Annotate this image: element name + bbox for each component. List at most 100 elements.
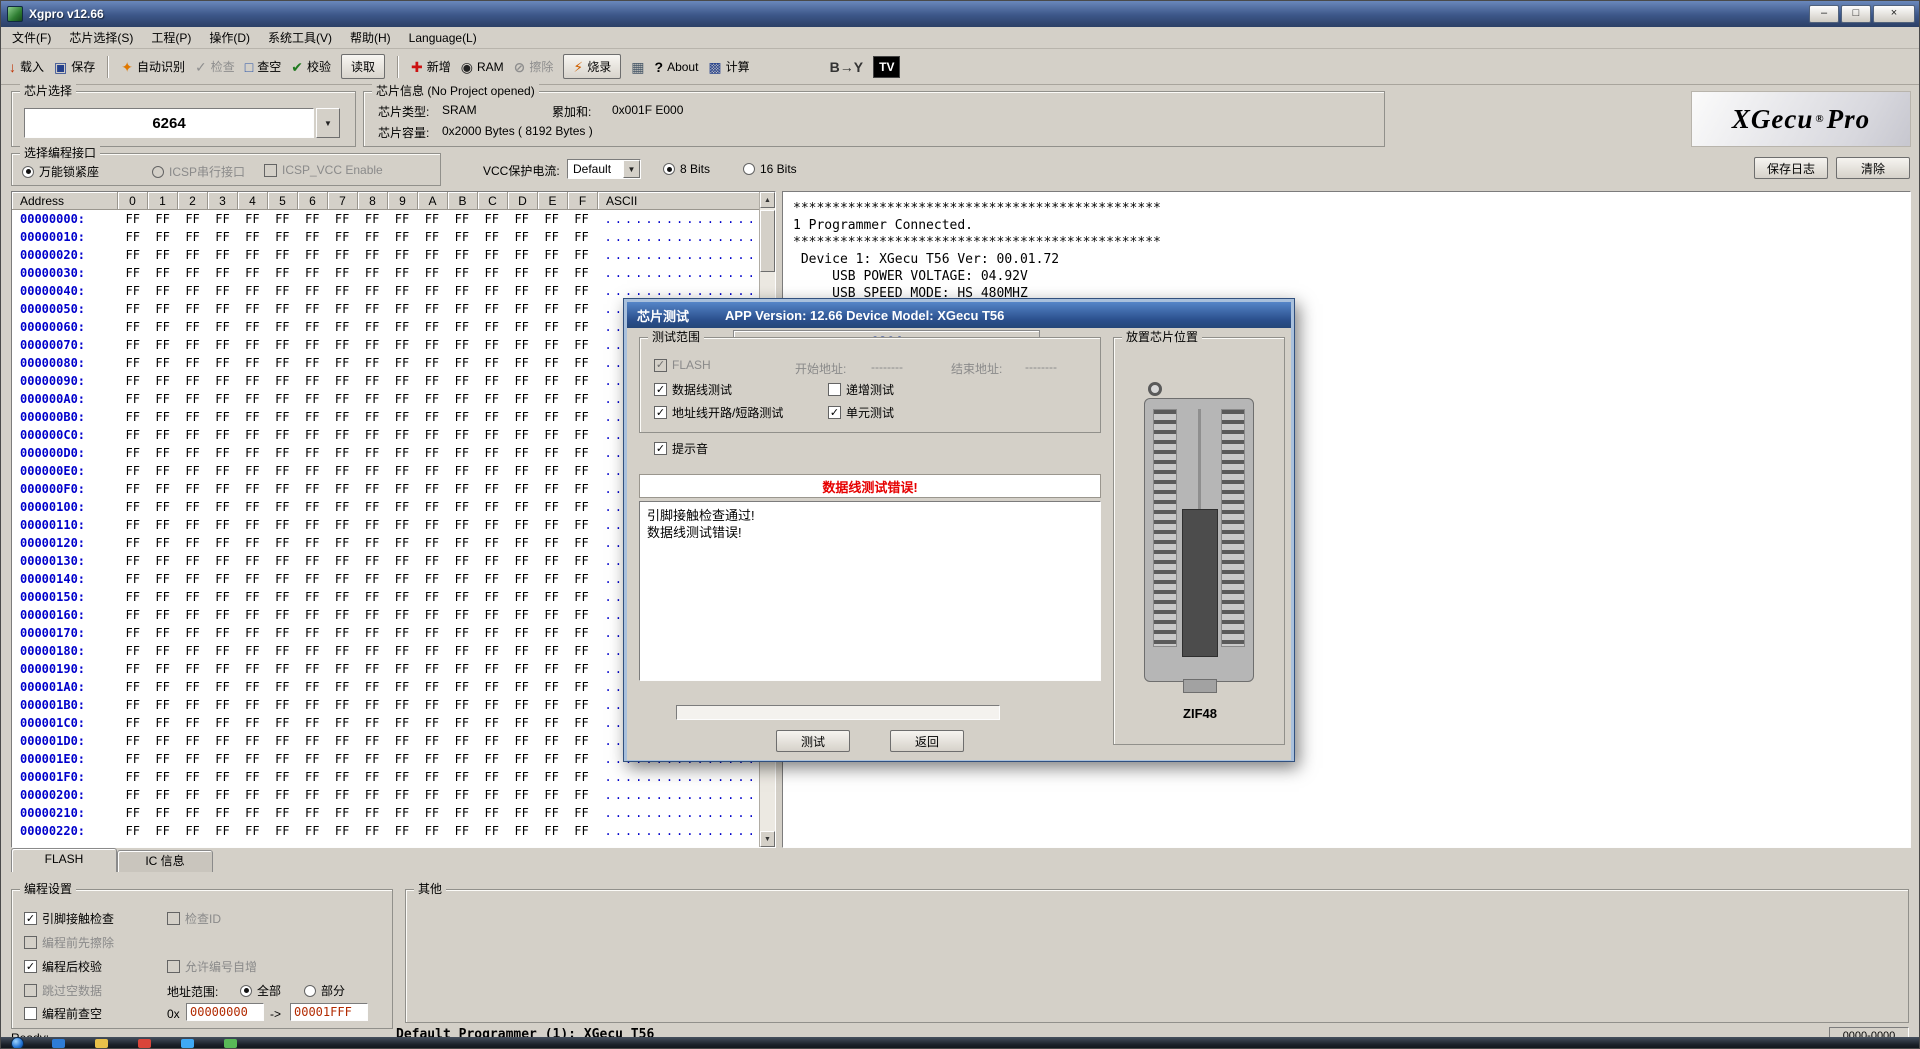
hex-byte-cell[interactable]: FF: [148, 806, 178, 820]
hex-byte-cell[interactable]: FF: [297, 752, 327, 766]
hex-byte-cell[interactable]: FF: [118, 284, 148, 298]
hex-byte-cell[interactable]: FF: [537, 626, 567, 640]
hex-byte-cell[interactable]: FF: [507, 554, 537, 568]
hex-byte-cell[interactable]: FF: [477, 428, 507, 442]
hex-byte-cell[interactable]: FF: [567, 644, 597, 658]
hex-byte-cell[interactable]: FF: [387, 680, 417, 694]
hex-byte-cell[interactable]: FF: [297, 248, 327, 262]
hex-byte-cell[interactable]: FF: [567, 212, 597, 226]
hex-byte-cell[interactable]: FF: [297, 770, 327, 784]
flash-checkbox[interactable]: FLASH: [654, 358, 711, 372]
hex-byte-cell[interactable]: FF: [267, 662, 297, 676]
hex-byte-cell[interactable]: FF: [267, 788, 297, 802]
hex-byte-cell[interactable]: FF: [567, 572, 597, 586]
menu-item-5[interactable]: 系统工具(V): [259, 26, 341, 49]
hex-byte-cell[interactable]: FF: [327, 698, 357, 712]
hex-byte-cell[interactable]: FF: [237, 770, 267, 784]
data-line-test-checkbox[interactable]: 数据线测试: [654, 381, 732, 398]
hex-byte-cell[interactable]: FF: [297, 680, 327, 694]
hex-byte-cell[interactable]: FF: [148, 410, 178, 424]
hex-byte-cell[interactable]: FF: [208, 248, 238, 262]
hex-byte-cell[interactable]: FF: [208, 590, 238, 604]
hex-byte-cell[interactable]: FF: [387, 320, 417, 334]
hex-byte-cell[interactable]: FF: [357, 572, 387, 586]
hex-byte-cell[interactable]: FF: [237, 230, 267, 244]
hex-byte-cell[interactable]: FF: [178, 608, 208, 622]
calc-button[interactable]: ▩计算: [708, 58, 749, 75]
hex-byte-cell[interactable]: FF: [357, 806, 387, 820]
hex-byte-cell[interactable]: FF: [118, 698, 148, 712]
hex-byte-cell[interactable]: FF: [447, 464, 477, 478]
hex-byte-cell[interactable]: FF: [387, 338, 417, 352]
hex-byte-cell[interactable]: FF: [537, 446, 567, 460]
hex-byte-cell[interactable]: FF: [387, 284, 417, 298]
hex-byte-cell[interactable]: FF: [357, 482, 387, 496]
hex-byte-cell[interactable]: FF: [507, 770, 537, 784]
hex-byte-cell[interactable]: FF: [297, 338, 327, 352]
hex-byte-cell[interactable]: FF: [507, 482, 537, 496]
hex-byte-cell[interactable]: FF: [567, 338, 597, 352]
hex-byte-cell[interactable]: FF: [417, 248, 447, 262]
hex-byte-cell[interactable]: FF: [297, 644, 327, 658]
hex-byte-cell[interactable]: FF: [178, 482, 208, 496]
hex-byte-cell[interactable]: FF: [477, 284, 507, 298]
hex-byte-cell[interactable]: FF: [267, 248, 297, 262]
bits16-radio[interactable]: 16 Bits: [743, 162, 797, 176]
hex-byte-cell[interactable]: FF: [237, 266, 267, 280]
hex-byte-cell[interactable]: FF: [297, 482, 327, 496]
hex-byte-cell[interactable]: FF: [237, 392, 267, 406]
hex-byte-cell[interactable]: FF: [477, 446, 507, 460]
hex-byte-cell[interactable]: FF: [417, 788, 447, 802]
hex-byte-cell[interactable]: FF: [178, 734, 208, 748]
hex-byte-cell[interactable]: FF: [507, 716, 537, 730]
hex-byte-cell[interactable]: FF: [357, 644, 387, 658]
socket-radio[interactable]: 万能锁紧座: [22, 163, 99, 180]
hex-byte-cell[interactable]: FF: [297, 284, 327, 298]
hex-byte-cell[interactable]: FF: [537, 608, 567, 622]
hex-byte-cell[interactable]: FF: [267, 446, 297, 460]
hex-byte-cell[interactable]: FF: [447, 716, 477, 730]
hex-byte-cell[interactable]: FF: [417, 698, 447, 712]
menu-item-4[interactable]: 操作(D): [200, 26, 259, 49]
hex-byte-cell[interactable]: FF: [327, 554, 357, 568]
hex-byte-cell[interactable]: FF: [507, 698, 537, 712]
start-button[interactable]: [11, 1037, 24, 1049]
hex-byte-cell[interactable]: FF: [148, 536, 178, 550]
hex-byte-cell[interactable]: FF: [237, 428, 267, 442]
scrollbar-thumb[interactable]: [760, 210, 775, 272]
hex-byte-cell[interactable]: FF: [417, 410, 447, 424]
hex-byte-cell[interactable]: FF: [537, 464, 567, 478]
hex-byte-cell[interactable]: FF: [357, 518, 387, 532]
unit-test-checkbox[interactable]: 单元测试: [828, 404, 894, 421]
hex-byte-cell[interactable]: FF: [237, 356, 267, 370]
hex-byte-cell[interactable]: FF: [118, 302, 148, 316]
hex-byte-cell[interactable]: FF: [477, 482, 507, 496]
hex-byte-cell[interactable]: FF: [537, 284, 567, 298]
verify-after-checkbox[interactable]: 编程后校验: [24, 958, 102, 975]
hex-byte-cell[interactable]: FF: [537, 230, 567, 244]
hex-byte-cell[interactable]: FF: [208, 788, 238, 802]
hex-byte-cell[interactable]: FF: [387, 518, 417, 532]
hex-byte-cell[interactable]: FF: [178, 410, 208, 424]
hex-byte-cell[interactable]: FF: [387, 644, 417, 658]
hex-byte-cell[interactable]: FF: [447, 320, 477, 334]
minimize-button[interactable]: –: [1809, 5, 1839, 23]
hex-byte-cell[interactable]: FF: [417, 284, 447, 298]
hex-byte-cell[interactable]: FF: [208, 626, 238, 640]
hex-byte-cell[interactable]: FF: [387, 212, 417, 226]
save-log-button[interactable]: 保存日志: [1754, 157, 1828, 179]
hex-byte-cell[interactable]: FF: [148, 590, 178, 604]
hex-byte-cell[interactable]: FF: [537, 536, 567, 550]
hex-byte-cell[interactable]: FF: [567, 716, 597, 730]
hex-byte-cell[interactable]: FF: [477, 302, 507, 316]
hex-byte-cell[interactable]: FF: [148, 698, 178, 712]
scroll-up-icon[interactable]: [760, 192, 775, 208]
hex-byte-cell[interactable]: FF: [537, 518, 567, 532]
scroll-down-icon[interactable]: [760, 831, 775, 847]
hex-byte-cell[interactable]: FF: [297, 608, 327, 622]
hex-byte-cell[interactable]: FF: [148, 680, 178, 694]
hex-byte-cell[interactable]: FF: [477, 500, 507, 514]
hex-byte-cell[interactable]: FF: [267, 500, 297, 514]
hex-byte-cell[interactable]: FF: [178, 518, 208, 532]
hex-byte-cell[interactable]: FF: [237, 248, 267, 262]
